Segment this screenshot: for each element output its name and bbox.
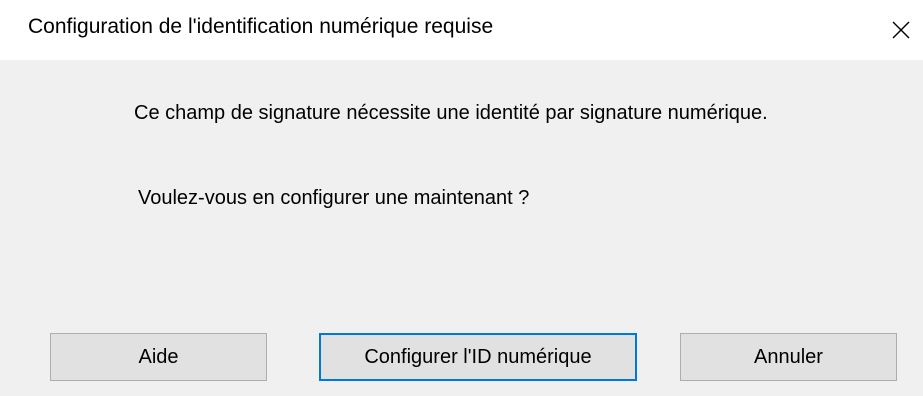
- dialog-title: Configuration de l'identification numéri…: [28, 15, 494, 38]
- digital-id-dialog: Configuration de l'identification numéri…: [0, 0, 923, 396]
- close-button[interactable]: [879, 0, 923, 60]
- signature-message: Ce champ de signature nécessite une iden…: [134, 102, 768, 124]
- title-bar: Configuration de l'identification numéri…: [0, 0, 923, 60]
- close-icon: [892, 21, 910, 39]
- configure-digital-id-button[interactable]: Configurer l'ID numérique: [319, 333, 637, 381]
- setup-question: Voulez-vous en configurer une maintenant…: [138, 187, 530, 209]
- help-button[interactable]: Aide: [50, 333, 267, 381]
- dialog-body: Ce champ de signature nécessite une iden…: [0, 60, 923, 396]
- cancel-button[interactable]: Annuler: [680, 333, 897, 381]
